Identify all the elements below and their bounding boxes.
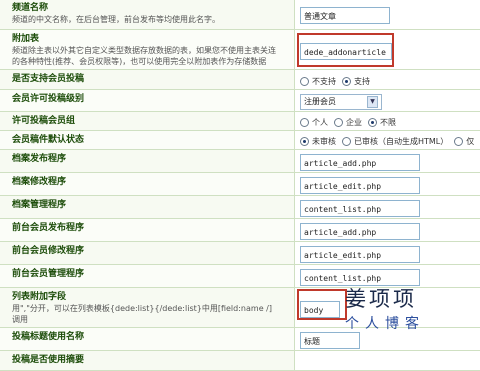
radio-label: 个人	[312, 118, 328, 127]
default-status-radios: 未审核 已审核（自动生成HTML） 仅	[295, 131, 480, 149]
radio-circle[interactable]	[334, 118, 343, 127]
radio-circle[interactable]	[454, 137, 464, 146]
field-description-line2: 的各种特性(推荐、会员权限等)，也可以使用完全以附加表作为存储数据	[12, 57, 267, 66]
publish-script-input[interactable]: article_add.php	[300, 154, 420, 171]
field-title: 档案管理程序	[12, 200, 67, 210]
radio-circle[interactable]	[368, 118, 377, 127]
row-edit-script: 档案修改程序 article_edit.php	[0, 173, 480, 196]
field-title: 前台会员发布程序	[12, 223, 85, 233]
field-title: 会员稿件默认状态	[12, 135, 85, 145]
radio-circle[interactable]	[342, 137, 351, 146]
row-member-level: 会员许可投稿级别 注册会员 ▼	[0, 90, 480, 112]
label-cell: 附加表 频道除主表以外其它自定义类型数据存放数据的表，如果您不使用主表关连 的各…	[0, 30, 295, 69]
highlight-box-addon-table	[297, 33, 394, 67]
row-publish-script: 档案发布程序 article_add.php	[0, 150, 480, 173]
radio-circle[interactable]	[300, 118, 309, 127]
watermark-subtitle: 个人博客	[345, 316, 425, 332]
field-title: 会员许可投稿级别	[12, 94, 85, 104]
selected-value: 注册会员	[304, 97, 336, 106]
blog-watermark: 姜项项 个人博客	[333, 283, 473, 345]
radio-label: 仅	[466, 137, 475, 146]
field-title: 前台会员修改程序	[12, 246, 85, 256]
field-description: 频道除主表以外其它自定义类型数据存放数据的表，如果您不使用主表关连	[12, 46, 276, 55]
member-submit-radios: 不支持 支持	[295, 70, 480, 89]
member-edit-script-input[interactable]: article_edit.php	[300, 246, 420, 263]
label-cell: 列表附加字段 用","分开，可以在列表模板{dede:list}{/dede:l…	[0, 288, 295, 327]
field-description-line2: 调用	[12, 315, 28, 324]
row-addon-table: 附加表 频道除主表以外其它自定义类型数据存放数据的表，如果您不使用主表关连 的各…	[0, 30, 480, 70]
radio-personal[interactable]: 个人	[300, 117, 328, 128]
field-title: 是否支持会员投稿	[12, 74, 85, 84]
field-title: 许可投稿会员组	[12, 116, 76, 126]
row-use-summary: 投稿是否使用摘要	[0, 351, 480, 371]
radio-unlimited[interactable]: 不限	[368, 117, 396, 128]
radio-circle[interactable]	[300, 76, 309, 86]
row-member-submit: 是否支持会员投稿 不支持 支持	[0, 70, 480, 90]
watermark-name: 姜项项	[345, 287, 417, 311]
member-publish-script-input[interactable]: article_add.php	[300, 223, 420, 240]
radio-label: 不限	[380, 118, 396, 127]
field-title: 频道名称	[12, 3, 49, 13]
manage-script-input[interactable]: content_list.php	[300, 200, 420, 217]
row-default-status: 会员稿件默认状态 未审核 已审核（自动生成HTML） 仅	[0, 131, 480, 150]
row-member-publish-script: 前台会员发布程序 article_add.php	[0, 219, 480, 242]
member-level-select[interactable]: 注册会员 ▼	[300, 94, 382, 110]
radio-supported[interactable]: 支持	[342, 76, 370, 87]
field-title: 投稿是否使用摘要	[12, 355, 85, 365]
radio-only[interactable]: 仅	[454, 136, 474, 147]
field-description: 用","分开，可以在列表模板{dede:list}{/dede:list}中用[…	[12, 304, 272, 313]
radio-circle[interactable]	[342, 76, 351, 86]
radio-label: 未审核	[312, 137, 336, 146]
radio-label: 已审核（自动生成HTML）	[354, 137, 449, 146]
row-member-group: 许可投稿会员组 个人 企业 不限	[0, 112, 480, 131]
field-title: 附加表	[12, 34, 40, 44]
field-title: 列表附加字段	[12, 292, 67, 302]
radio-unreviewed[interactable]: 未审核	[300, 136, 336, 147]
row-member-edit-script: 前台会员修改程序 article_edit.php	[0, 242, 480, 265]
radio-reviewed[interactable]: 已审核（自动生成HTML）	[342, 136, 448, 147]
radio-circle[interactable]	[300, 137, 309, 146]
radio-enterprise[interactable]: 企业	[334, 117, 362, 128]
radio-label: 支持	[354, 76, 370, 86]
radio-label: 企业	[346, 118, 362, 127]
row-manage-script: 档案管理程序 content_list.php	[0, 196, 480, 219]
row-channel-name: 频道名称 频道的中文名称，在后台管理，前台发布等均使用此名字。 普通文章	[0, 0, 480, 30]
label-cell: 频道名称 频道的中文名称，在后台管理，前台发布等均使用此名字。	[0, 0, 295, 29]
radio-not-supported[interactable]: 不支持	[300, 76, 336, 87]
field-title: 档案发布程序	[12, 154, 67, 164]
field-description: 频道的中文名称，在后台管理，前台发布等均使用此名字。	[12, 15, 220, 24]
chevron-down-icon[interactable]: ▼	[367, 96, 378, 108]
edit-script-input[interactable]: article_edit.php	[300, 177, 420, 194]
radio-label: 不支持	[312, 76, 336, 86]
field-title: 前台会员管理程序	[12, 269, 85, 279]
field-title: 档案修改程序	[12, 177, 67, 187]
channel-name-input[interactable]: 普通文章	[300, 7, 390, 24]
member-group-radios: 个人 企业 不限	[295, 112, 480, 130]
field-title: 投稿标题使用名称	[12, 332, 85, 342]
